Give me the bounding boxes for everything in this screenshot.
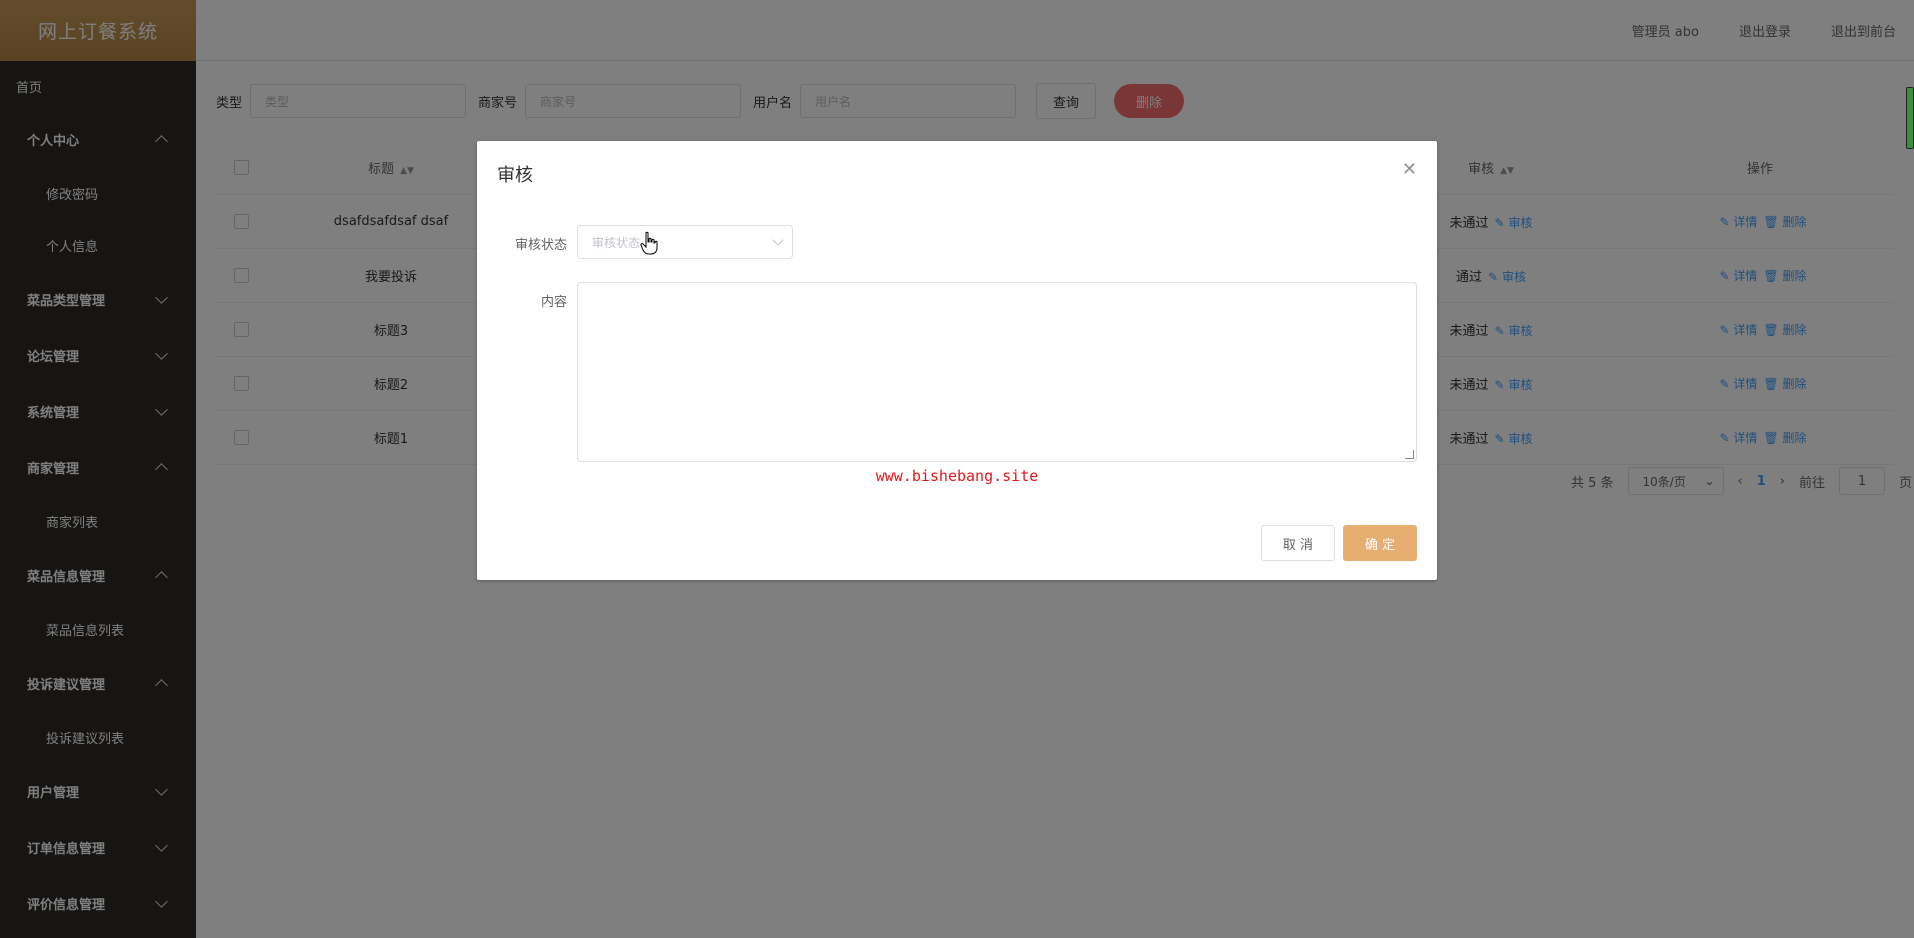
content-label: 内容	[540, 295, 567, 310]
content-textarea[interactable]	[577, 282, 1417, 462]
resize-handle-icon[interactable]	[1405, 450, 1414, 459]
status-label: 审核状态	[514, 238, 567, 253]
review-status-select[interactable]: 审核状态	[577, 225, 793, 259]
dialog-title: 审核	[497, 165, 533, 186]
chevron-down-icon	[772, 234, 784, 246]
review-status-placeholder: 审核状态	[592, 235, 641, 250]
hand-cursor-icon	[640, 231, 658, 255]
scroll-indicator	[1906, 87, 1914, 149]
review-dialog: 审核 ✕ 审核状态 审核状态 内容 www.bishebang.site 取 消…	[477, 141, 1437, 580]
cancel-button[interactable]: 取 消	[1261, 525, 1335, 561]
watermark-text: www.bishebang.site	[875, 467, 1039, 485]
confirm-button[interactable]: 确 定	[1343, 525, 1417, 561]
close-icon[interactable]: ✕	[1402, 159, 1417, 180]
